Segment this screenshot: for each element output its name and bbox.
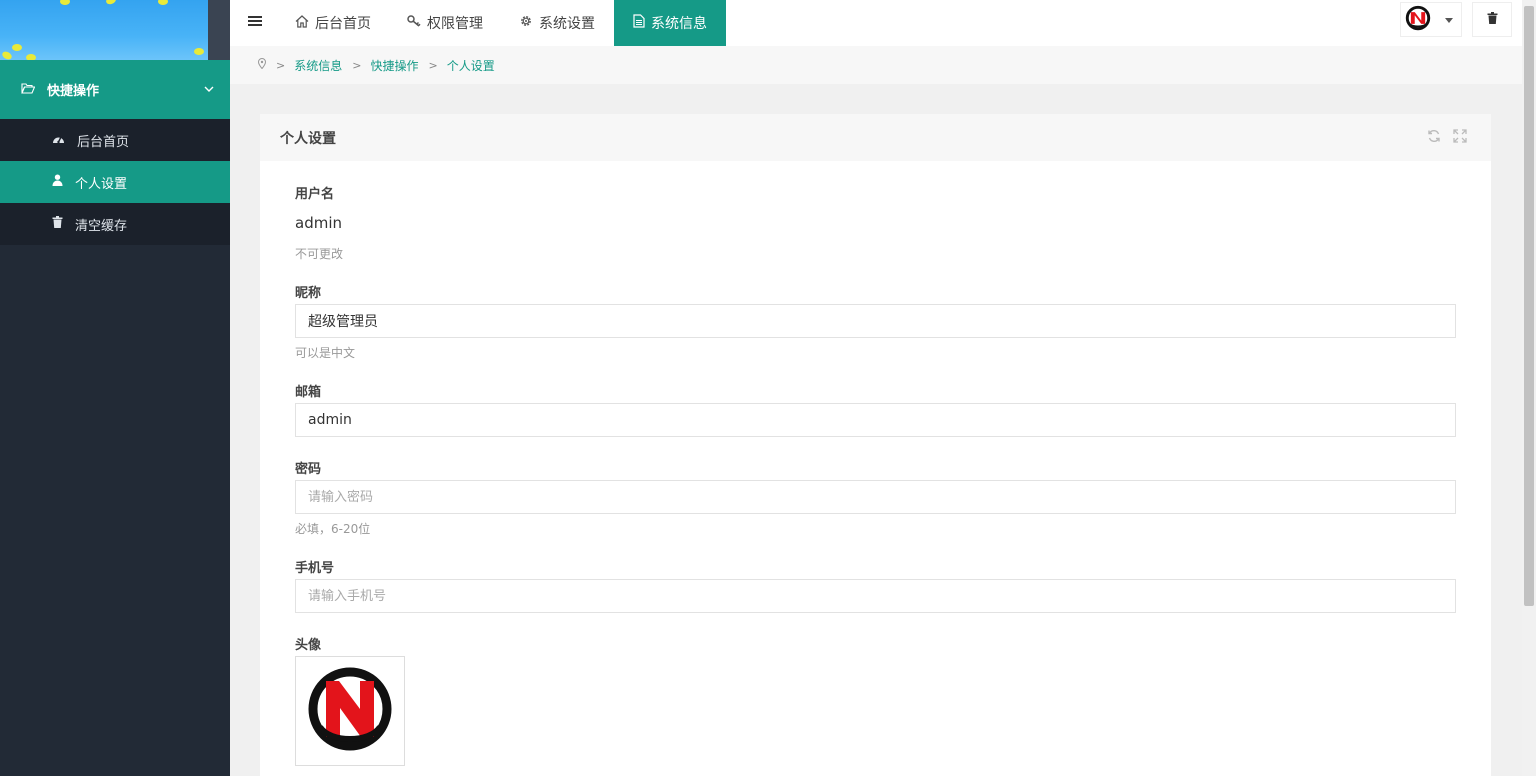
breadcrumb-separator: > xyxy=(428,58,438,72)
tab-system-settings[interactable]: 系统设置 xyxy=(510,0,604,46)
sidebar-banner xyxy=(0,0,230,60)
sidebar-item-clear-cache[interactable]: 清空缓存 xyxy=(0,203,230,245)
trash-icon xyxy=(1487,11,1498,28)
key-icon xyxy=(407,15,421,31)
tab-dashboard[interactable]: 后台首页 xyxy=(286,0,380,46)
nickname-label: 昵称 xyxy=(295,286,322,301)
avatar-logo-image xyxy=(306,665,394,757)
page-scrollbar[interactable] xyxy=(1522,0,1536,776)
sidebar-group-label: 快捷操作 xyxy=(47,84,100,99)
menu-toggle-button[interactable] xyxy=(230,0,280,46)
fullscreen-icon[interactable] xyxy=(1453,129,1467,147)
nickname-input[interactable] xyxy=(295,304,1456,338)
breadcrumb: > 系统信息 > 快捷操作 > 个人设置 xyxy=(230,46,1522,84)
username-label: 用户名 xyxy=(295,187,335,202)
password-help: 必填，6-20位 xyxy=(295,522,371,536)
banner-image xyxy=(0,0,208,60)
sidebar-item-label: 后台首页 xyxy=(77,134,130,150)
sidebar-item-label: 清空缓存 xyxy=(75,218,128,234)
tab-label: 系统设置 xyxy=(539,16,595,32)
breadcrumb-separator: > xyxy=(352,58,362,72)
tab-label: 后台首页 xyxy=(315,16,371,32)
dashboard-icon xyxy=(52,133,65,148)
nickname-help: 可以是中文 xyxy=(295,346,356,360)
document-icon xyxy=(633,14,645,32)
phone-label: 手机号 xyxy=(295,561,335,576)
sidebar-item-profile[interactable]: 个人设置 xyxy=(0,161,230,203)
avatar-label: 头像 xyxy=(295,638,322,653)
folder-open-icon xyxy=(21,82,36,98)
caret-down-icon xyxy=(1445,12,1453,27)
trash-icon xyxy=(52,216,63,232)
sidebar: 快捷操作 后台首页 个人设置 清空缓存 xyxy=(0,0,230,776)
username-help: 不可更改 xyxy=(295,247,344,261)
tab-system-info[interactable]: 系统信息 xyxy=(614,0,726,46)
topbar: 后台首页 权限管理 系统设置 系统信息 xyxy=(230,0,1522,46)
user-icon xyxy=(52,174,63,190)
sidebar-item-dashboard[interactable]: 后台首页 xyxy=(0,119,230,161)
avatar-upload[interactable] xyxy=(295,656,405,766)
username-value: admin xyxy=(295,214,342,232)
breadcrumb-separator: > xyxy=(276,58,286,72)
password-input[interactable] xyxy=(295,480,1456,514)
email-label: 邮箱 xyxy=(295,385,322,400)
breadcrumb-link-quick-ops[interactable]: 快捷操作 xyxy=(370,57,418,74)
scrollbar-thumb[interactable] xyxy=(1524,6,1534,606)
breadcrumb-link-system-info[interactable]: 系统信息 xyxy=(294,57,342,74)
phone-input[interactable] xyxy=(295,579,1456,613)
clear-cache-button[interactable] xyxy=(1472,2,1512,37)
user-menu-dropdown[interactable] xyxy=(1400,2,1462,37)
password-label: 密码 xyxy=(295,462,322,477)
chevron-down-icon xyxy=(204,82,214,97)
sidebar-group-quick-ops[interactable]: 快捷操作 xyxy=(0,60,230,119)
panel-header: 个人设置 xyxy=(260,114,1491,161)
panel-title: 个人设置 xyxy=(280,130,336,147)
map-pin-icon xyxy=(257,58,267,72)
sidebar-item-label: 个人设置 xyxy=(75,176,128,192)
email-input[interactable] xyxy=(295,403,1456,437)
profile-panel: 个人设置 用户名 admin 不可更改 昵称 可以是中文 邮箱 密码 必填，6-… xyxy=(260,114,1491,776)
refresh-icon[interactable] xyxy=(1427,129,1441,147)
avatar xyxy=(1405,5,1431,35)
tab-permissions[interactable]: 权限管理 xyxy=(398,0,492,46)
breadcrumb-current: 个人设置 xyxy=(446,58,495,73)
home-icon xyxy=(295,14,309,32)
tab-label: 系统信息 xyxy=(651,16,707,32)
hamburger-icon xyxy=(248,15,262,31)
tab-label: 权限管理 xyxy=(427,16,483,32)
gear-icon xyxy=(519,14,533,32)
